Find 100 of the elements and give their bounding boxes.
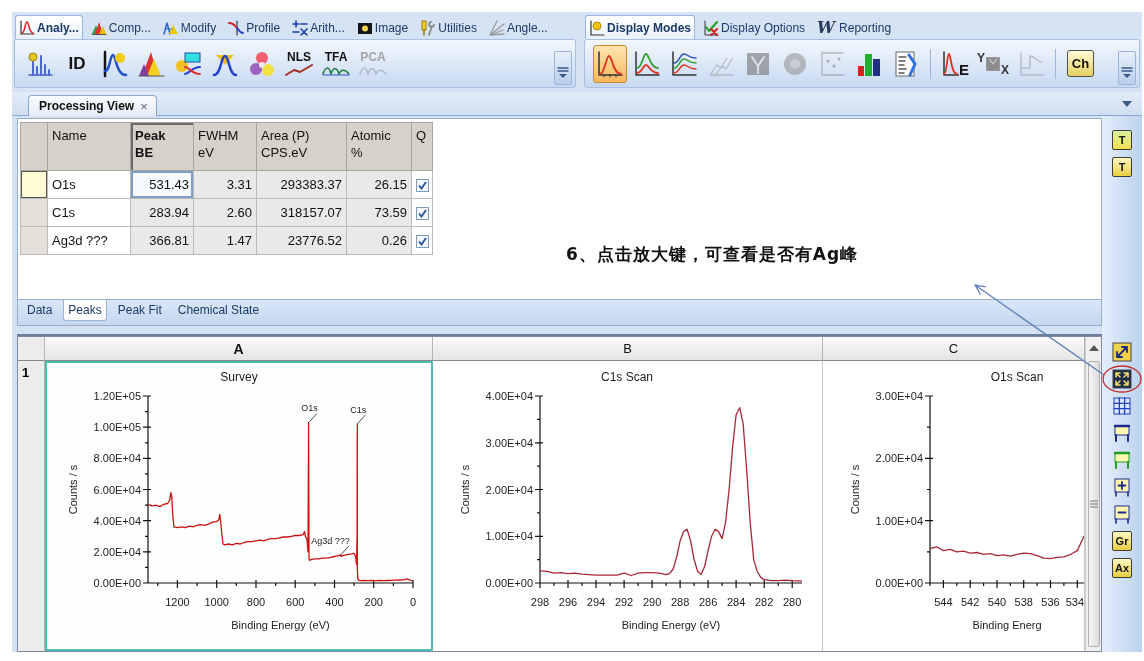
column-header[interactable]: C xyxy=(823,337,1085,361)
column-header[interactable]: Atomic % xyxy=(346,122,412,171)
dropdown-caret-icon[interactable] xyxy=(1122,100,1132,107)
table-cell: 283.94 xyxy=(130,198,194,227)
close-button[interactable]: × xyxy=(140,99,148,113)
toolbar-overflow-button[interactable] xyxy=(554,51,572,85)
tick-label: 1.20E+05 xyxy=(93,390,141,402)
grid-icon xyxy=(1112,396,1132,416)
image-tile-icon xyxy=(985,55,1001,72)
spheres-icon xyxy=(248,49,276,78)
remove-frame-icon xyxy=(1112,504,1132,524)
toolbar-button[interactable]: Ch xyxy=(1067,50,1094,77)
checkbox[interactable] xyxy=(415,179,429,193)
tick-label: 292 xyxy=(614,596,634,608)
tick-label: 534 xyxy=(1065,596,1084,608)
ribbon-tab[interactable]: W Reporting xyxy=(813,15,896,39)
ribbon-tab[interactable]: Utilities xyxy=(416,15,481,39)
shapes-icon xyxy=(174,49,202,78)
annotation: C1s xyxy=(350,405,367,416)
wave-icon xyxy=(359,64,387,76)
check-cross-icon xyxy=(703,19,720,36)
column-header[interactable]: Area (P) CPS.eV xyxy=(256,122,347,171)
tick-label: 294 xyxy=(586,596,606,608)
table-cell: 2.60 xyxy=(193,198,257,227)
side-tool-button[interactable]: Gr xyxy=(1112,531,1132,551)
ribbon-tab[interactable]: Display Options xyxy=(699,15,810,39)
table-cell: 3.31 xyxy=(193,170,257,199)
panel-tab[interactable]: Chemical State xyxy=(172,300,265,321)
tick-label: 800 xyxy=(246,596,266,608)
toolbar-overflow-button[interactable] xyxy=(1118,51,1136,85)
chart-title: O1s Scan xyxy=(990,370,1044,384)
side-tool-button[interactable]: Ax xyxy=(1112,558,1132,578)
grid-corner xyxy=(18,337,45,361)
peak-label: O1s xyxy=(301,403,318,423)
toolbar-button[interactable]: TFA xyxy=(319,44,353,83)
ribbon-tab[interactable]: Analy... xyxy=(15,15,83,39)
tick-label: 400 xyxy=(325,596,344,608)
axis-step-icon xyxy=(1017,49,1045,78)
ribbon-tab[interactable]: Display Modes xyxy=(585,15,696,39)
document-tab[interactable]: Processing View × xyxy=(28,95,157,116)
table-cell: 73.59 xyxy=(346,198,412,227)
side-tool-button[interactable]: T xyxy=(1112,130,1132,150)
toolbar-button[interactable]: E xyxy=(938,44,972,83)
side-tool-button[interactable] xyxy=(1111,503,1133,525)
tick-label: 600 xyxy=(286,596,305,608)
scroll-up-arrow-icon[interactable] xyxy=(1088,345,1099,351)
table-cell: 1.47 xyxy=(193,226,257,255)
scrollbar-thumb[interactable] xyxy=(1087,361,1100,647)
table-cell: 26.15 xyxy=(346,170,412,199)
side-tool-button[interactable] xyxy=(1111,368,1133,390)
frame-icon xyxy=(1112,423,1132,443)
vertical-scrollbar[interactable] xyxy=(1085,337,1101,651)
axis-title: Counts / s xyxy=(459,464,471,515)
side-tool-button[interactable] xyxy=(1111,422,1133,444)
chart-axes-icon xyxy=(589,19,605,36)
ribbon-tab[interactable]: Profile xyxy=(224,15,285,39)
row-header[interactable]: 1 xyxy=(18,361,45,651)
annotation-note: 6、点击放大键，可查看是否有Ag峰 xyxy=(566,243,859,266)
ribbon-tab[interactable]: Image xyxy=(352,15,413,39)
panel-tab[interactable]: Data xyxy=(22,300,58,321)
peaks-icon xyxy=(162,19,179,36)
axis-title: Counts / s xyxy=(67,464,79,515)
column-header[interactable]: A xyxy=(45,337,433,361)
scatter-plot-icon xyxy=(818,49,846,78)
side-tool-button[interactable] xyxy=(1111,395,1133,417)
ribbon-tab[interactable]: Arith... xyxy=(288,15,349,39)
tick-label: 284 xyxy=(726,596,746,608)
table-cell: 366.81 xyxy=(130,226,194,255)
column-header[interactable]: Q xyxy=(411,122,433,171)
side-tool-button[interactable]: T xyxy=(1112,157,1132,177)
panel-tab[interactable]: Peak Fit xyxy=(112,300,167,321)
peak-label: Ag3d ??? xyxy=(311,535,350,556)
checkbox[interactable] xyxy=(415,207,429,221)
toolbar-button[interactable]: ID xyxy=(60,44,94,83)
row-selector[interactable] xyxy=(20,170,48,199)
tick-label: 296 xyxy=(558,596,578,608)
toolbar-button[interactable] xyxy=(593,44,627,83)
column-header[interactable]: Name xyxy=(47,122,131,171)
panel-tab[interactable]: Peaks xyxy=(63,300,107,321)
column-header[interactable]: Peak BE xyxy=(130,122,194,171)
checkbox[interactable] xyxy=(415,235,429,249)
fullscreen-arrows-icon xyxy=(1112,369,1132,389)
toolbar-button[interactable]: Y X xyxy=(975,44,1011,83)
ribbon-tab[interactable]: Angle... xyxy=(484,15,552,39)
side-tool-button[interactable] xyxy=(1111,341,1133,363)
tick-label: 4.00E+04 xyxy=(485,390,533,402)
stick-spectrum-icon xyxy=(26,49,54,78)
ribbon-tab[interactable]: Modify xyxy=(158,15,221,39)
column-header[interactable]: B xyxy=(433,337,823,361)
annotation: Ag3d ??? xyxy=(311,535,350,546)
toolbar-button[interactable]: NLS xyxy=(282,44,316,83)
side-tool-button[interactable] xyxy=(1111,476,1133,498)
tick-label: 0 xyxy=(409,596,417,608)
ribbon-tab[interactable]: Comp... xyxy=(86,15,155,39)
angle-lines-icon xyxy=(488,19,505,36)
chart-title: Survey xyxy=(220,370,258,384)
axis-title: Counts / s xyxy=(849,464,861,515)
tick-label: 280 xyxy=(783,596,802,608)
column-header[interactable]: FWHM eV xyxy=(193,122,257,171)
tick-label: 200 xyxy=(364,596,383,608)
